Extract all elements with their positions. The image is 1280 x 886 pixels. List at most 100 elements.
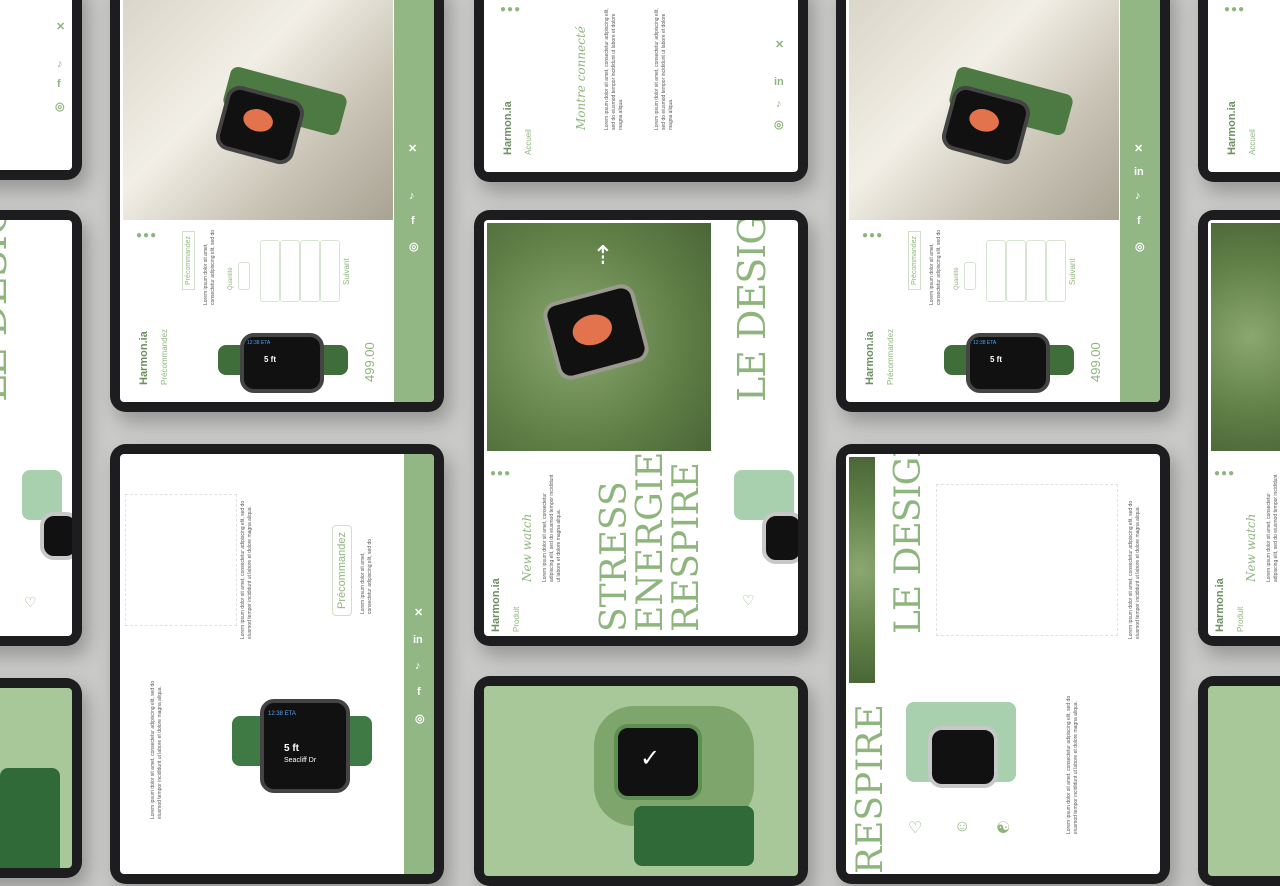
tablet-left-top: ◎ f ♪ ✕ (0, 0, 82, 180)
screen-preorder: ✕ ♪ f ◎ ●●● Harmon.ia Précommandez Préco… (120, 0, 434, 402)
screen-preorder-3: ✕ in ♪ f ◎ ●●● Harmon.ia Précommandez Pr… (846, 0, 1160, 402)
body-text-2: Lorem ipsum dolor sit amet, consectetur … (150, 680, 163, 819)
tablet-col4-bottom: LE DESIGN Lorem ipsum dolor sit amet, co… (836, 444, 1170, 884)
watch-image (40, 512, 72, 560)
x-icon[interactable]: ✕ (1134, 142, 1143, 155)
heart-monitor-icon: ♡ (742, 592, 755, 608)
name-field[interactable] (986, 240, 1006, 302)
tiktok-icon[interactable]: ♪ (776, 98, 782, 110)
watch-eta-text: 12:38 ETA (973, 340, 997, 346)
x-icon[interactable]: ✕ (414, 606, 423, 619)
menu-dots[interactable]: ●●● (1214, 468, 1235, 479)
facebook-icon[interactable]: f (411, 215, 415, 227)
heading-new-watch: New watch (1244, 513, 1258, 582)
body-text: Lorem ipsum dolor sit amet, consectetur … (1266, 474, 1279, 582)
watch-street-text: Seacliff Dr (284, 757, 317, 764)
quantity-stepper[interactable] (238, 262, 250, 290)
linkedin-icon[interactable]: in (413, 634, 423, 646)
tablet-col3-bottom: ✓ (474, 676, 808, 886)
price-label: 499.00 (362, 342, 377, 382)
firstname-field[interactable] (280, 240, 300, 302)
linkedin-icon[interactable]: in (774, 76, 784, 88)
tablet-left-mid: LE DESIGN ♡ (0, 210, 82, 646)
heading-new-watch: New watch (520, 513, 534, 582)
address-field[interactable] (1046, 240, 1066, 302)
facebook-icon[interactable]: f (57, 78, 61, 90)
x-icon[interactable]: ✕ (775, 38, 784, 51)
tablet-right-top: ●●● Harmon.ia Accueil (1198, 0, 1280, 182)
preorder-text: Lorem ipsum dolor sit amet, consectetur … (360, 538, 373, 614)
watch-band-green (0, 768, 60, 868)
email-field[interactable] (300, 240, 320, 302)
instagram-icon[interactable]: ◎ (55, 100, 65, 113)
tiktok-icon[interactable]: ♪ (415, 660, 421, 672)
menu-dots[interactable]: ●●● (862, 230, 883, 241)
brand-logo: Harmon.ia (864, 331, 876, 385)
heading-stress: STRESS (594, 481, 635, 632)
nav-preorder[interactable]: Précommandez (160, 329, 169, 385)
linkedin-icon[interactable]: in (1134, 166, 1144, 178)
menu-dots[interactable]: ●●● (1224, 4, 1245, 15)
body-text: Lorem ipsum dolor sit amet, consectetur … (604, 8, 624, 130)
nav-product[interactable]: Produit (512, 607, 521, 632)
next-button[interactable]: Suivant (1068, 258, 1077, 285)
instagram-icon[interactable]: ◎ (1135, 240, 1145, 253)
x-icon[interactable]: ✕ (56, 20, 65, 33)
nav-preorder[interactable]: Précommandez (886, 329, 895, 385)
photo-sofa (1211, 223, 1280, 451)
tiktok-icon[interactable]: ♪ (57, 58, 63, 70)
x-icon[interactable]: ✕ (408, 142, 417, 155)
nav-home[interactable]: Accueil (1248, 129, 1257, 155)
screen-green-left (0, 688, 72, 868)
quantity-stepper[interactable] (964, 262, 976, 290)
facebook-icon[interactable]: f (417, 686, 421, 698)
address-field[interactable] (320, 240, 340, 302)
recommended-badge: Précommandez (182, 230, 195, 290)
brand-logo: Harmon.ia (1226, 101, 1238, 155)
watch-image: ✓ (614, 724, 702, 800)
screen-home-right: ●●● Harmon.ia Accueil (1208, 0, 1280, 172)
body-text: Lorem ipsum dolor sit amet, consectetur … (542, 474, 562, 582)
facebook-icon[interactable]: f (1137, 215, 1141, 227)
nav-home[interactable]: Accueil (524, 129, 533, 155)
brand-logo: Harmon.ia (1214, 578, 1226, 632)
product-description: Lorem ipsum dolor sit amet, consectetur … (929, 229, 942, 305)
sketch-area (125, 494, 237, 626)
arrow-icon: ⇡ (592, 240, 614, 270)
tablet-col2-top: ✕ ♪ f ◎ ●●● Harmon.ia Précommandez Préco… (110, 0, 444, 412)
screen-montre: ●●● Harmon.ia Accueil Montre connecté Lo… (484, 0, 798, 172)
screen-green-right (1208, 686, 1280, 876)
watch-distance-text: 5 ft (284, 743, 299, 754)
next-button[interactable]: Suivant (342, 258, 351, 285)
screen-design-left: LE DESIGN ♡ (0, 220, 72, 636)
preorder-button[interactable]: Précommandez (332, 524, 352, 616)
menu-dots[interactable]: ●●● (500, 4, 521, 15)
instagram-icon[interactable]: ◎ (409, 240, 419, 253)
nav-product[interactable]: Produit (1236, 607, 1245, 632)
heading-design: LE DESIGN (888, 454, 929, 634)
watch-eta-text: 12:38 ETA (268, 711, 296, 717)
instagram-icon[interactable]: ◎ (774, 118, 784, 131)
quantity-label: Quantité (228, 267, 234, 290)
screen-social: ◎ f ♪ ✕ (0, 0, 72, 170)
watch-image (928, 726, 998, 788)
screen-stress-right: ●●● Harmon.ia Produit New watch Lorem ip… (1208, 220, 1280, 636)
name-field[interactable] (260, 240, 280, 302)
firstname-field[interactable] (1006, 240, 1026, 302)
heading-design: LE DESIGN (0, 220, 16, 402)
sketch-area (936, 484, 1118, 636)
heading-montre: Montre connecté (574, 26, 588, 130)
menu-dots[interactable]: ●●● (136, 230, 157, 241)
product-description: Lorem ipsum dolor sit amet, consectetur … (203, 229, 216, 305)
screen-design: LE DESIGN Lorem ipsum dolor sit amet, co… (846, 454, 1160, 874)
email-field[interactable] (1026, 240, 1046, 302)
quantity-label: Quantité (954, 267, 960, 290)
menu-dots[interactable]: ●●● (490, 468, 511, 479)
tablet-left-bottom (0, 678, 82, 878)
tiktok-icon[interactable]: ♪ (409, 190, 415, 202)
body-text: Lorem ipsum dolor sit amet, consectetur … (240, 500, 253, 639)
heading-respire: RESPIRE (666, 462, 707, 632)
swoosh-icon: ✓ (640, 745, 661, 772)
tiktok-icon[interactable]: ♪ (1135, 190, 1141, 202)
instagram-icon[interactable]: ◎ (415, 712, 425, 725)
